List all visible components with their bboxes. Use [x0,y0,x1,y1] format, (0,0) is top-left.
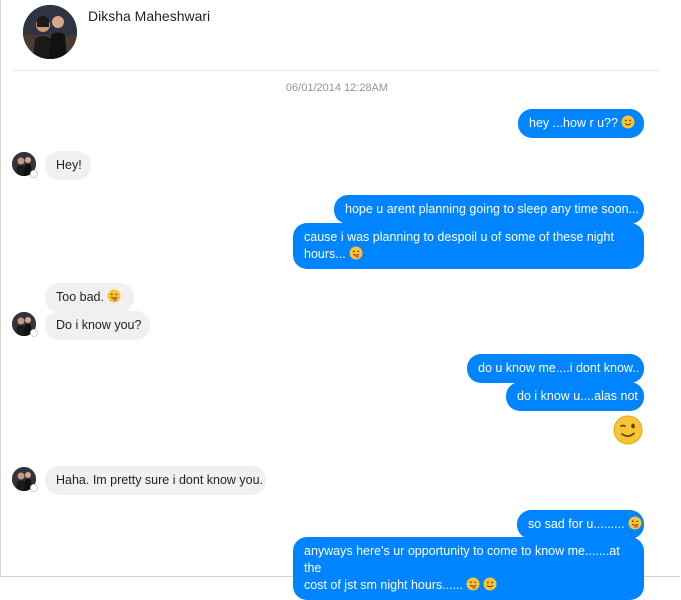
message-text: anyways here's ur opportunity to come to… [304,544,620,575]
outgoing-message[interactable]: so sad for u......... [517,510,644,539]
smile-icon [621,115,635,129]
outgoing-message[interactable]: cause i was planning to despoil u of som… [293,223,644,269]
contact-name[interactable]: Diksha Maheshwari [88,8,210,24]
message-text: Haha. Im pretty sure i dont know you. [56,473,264,487]
incoming-message[interactable]: Hey! [45,151,91,180]
message-text: cause i was planning to despoil u of som… [304,230,614,244]
incoming-message[interactable]: Haha. Im pretty sure i dont know you. [45,466,266,495]
facebook-badge-icon [30,484,38,492]
message-text: Hey! [56,158,82,172]
smile-icon [483,577,497,591]
header-divider [12,70,660,71]
message-text: hope u arent planning going to sleep any… [345,202,639,216]
message-text: hey ...how r u?? [529,116,618,130]
outgoing-message[interactable]: do i know u....alas not [506,382,644,411]
outgoing-message[interactable]: do u know me....i dont know.. [467,354,644,383]
outgoing-message[interactable]: hey ...how r u?? [518,109,644,138]
chat-header: Diksha Maheshwari [0,0,681,70]
incoming-message[interactable]: Too bad. [45,283,134,312]
tongue-out-icon [466,577,480,591]
facebook-badge-icon [30,170,38,178]
message-text: Too bad. [56,290,104,304]
conversation-timestamp: 06/01/2014 12:28AM [285,82,389,94]
message-text: so sad for u......... [528,517,625,531]
message-text: hours... [304,247,346,261]
tongue-out-icon [107,289,121,303]
message-text: Do i know you? [56,318,142,332]
facebook-badge-icon [30,329,38,337]
outgoing-message[interactable]: hope u arent planning going to sleep any… [334,195,644,224]
contact-avatar[interactable] [23,5,77,59]
incoming-message[interactable]: Do i know you? [45,311,150,340]
tongue-out-icon [349,246,363,260]
message-text: do u know me....i dont know.. [478,361,640,375]
tongue-out-icon [628,516,642,530]
message-text: do i know u....alas not [517,389,638,403]
message-text: cost of jst sm night hours...... [304,578,464,592]
wink-icon[interactable] [613,415,643,445]
outgoing-message[interactable]: anyways here's ur opportunity to come to… [293,537,644,600]
